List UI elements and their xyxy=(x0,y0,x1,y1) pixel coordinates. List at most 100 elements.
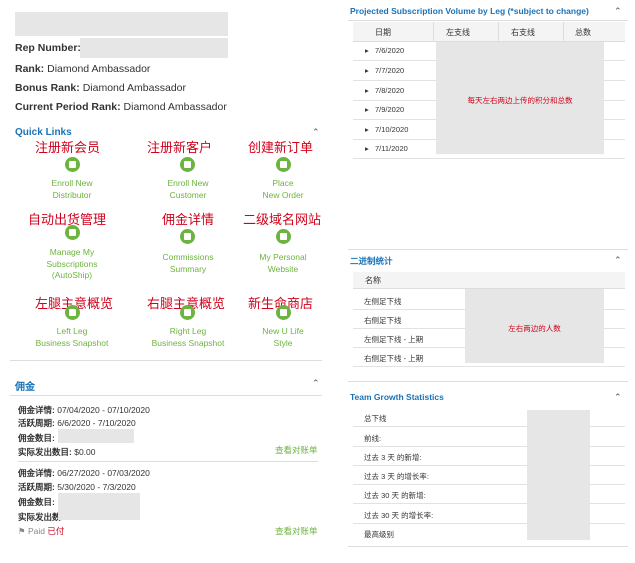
cart-icon[interactable] xyxy=(276,157,291,172)
personal-website-link[interactable]: My Personal Website xyxy=(235,252,331,275)
website-icon[interactable] xyxy=(276,229,291,244)
projected-date-3: 7/9/2020 xyxy=(375,105,405,114)
team-bottom-divider xyxy=(348,546,628,547)
subscriptions-line1: Manage My xyxy=(49,247,95,257)
binary-row-0: 左侧足下线 xyxy=(364,297,402,306)
comm2-paid: 实际发出数 xyxy=(18,511,61,523)
flag-icon: ⚑ xyxy=(18,526,26,536)
team-collapse-icon[interactable]: ⌃ xyxy=(614,392,622,403)
profile-name-redacted xyxy=(15,12,228,36)
bonus-rank-row: Bonus Rank: Diamond Ambassador xyxy=(15,82,186,94)
expand-icon[interactable]: ▸ xyxy=(365,125,369,134)
quick-links-collapse-icon[interactable]: ⌃ xyxy=(312,127,320,138)
comm2-amount: 佣金数目: xyxy=(18,496,55,508)
team-title: Team Growth Statistics xyxy=(350,392,444,402)
left-leg-snapshot-link[interactable]: Left Leg Business Snapshot xyxy=(24,326,120,349)
commission-block-divider xyxy=(18,461,318,462)
comm2-view-statement-link[interactable]: 查看对账单 xyxy=(275,525,318,537)
comm2-amount-redacted xyxy=(58,493,140,520)
comm2-active-value: 5/30/2020 - 7/3/2020 xyxy=(57,482,136,492)
projected-date-2: 7/8/2020 xyxy=(375,86,405,95)
binary-header-name: 名称 xyxy=(365,276,381,285)
team-row-5: 过去 30 天 的增长率: xyxy=(364,511,434,520)
binary-top-divider xyxy=(348,249,628,250)
commissions-summary-link[interactable]: Commissions Summary xyxy=(140,252,236,275)
projected-column-line-1 xyxy=(433,22,434,41)
place-order-line1: Place xyxy=(272,178,294,188)
rep-number-row: Rep Number: xyxy=(15,42,81,54)
customer-icon[interactable] xyxy=(180,157,195,172)
team-row-6: 最高级别 xyxy=(364,530,394,539)
commission-title: 佣金 xyxy=(15,382,35,393)
place-new-order-link[interactable]: Place New Order xyxy=(235,178,331,201)
comm2-detail-value: 06/27/2020 - 07/03/2020 xyxy=(57,468,150,478)
team-values-redacted xyxy=(527,410,590,540)
left-leg-icon[interactable] xyxy=(65,305,80,320)
projected-date-0: 7/6/2020 xyxy=(375,46,405,55)
binary-row-3: 右侧足下线 - 上期 xyxy=(364,354,424,363)
commissions-line2: Summary xyxy=(169,263,207,274)
enroll-customer-line2: Customer xyxy=(169,189,207,200)
left-leg-line1: Left Leg xyxy=(56,326,88,336)
left-divider xyxy=(10,360,322,361)
enroll-distributor-line2: Distributor xyxy=(52,189,92,200)
comm1-detail: 佣金详情: 07/04/2020 - 07/10/2020 xyxy=(18,404,150,416)
enroll-customer-line1: Enroll New xyxy=(167,178,209,188)
comm2-active: 活跃周期: 5/30/2020 - 7/3/2020 xyxy=(18,481,136,493)
comm1-amount-label: 佣金数目: xyxy=(18,433,55,443)
projected-header-row: 日期 左支线 右支线 总数 xyxy=(353,22,625,42)
team-row-3: 过去 3 天 的增长率: xyxy=(364,472,430,481)
subscription-icon[interactable] xyxy=(65,225,80,240)
commission-icon[interactable] xyxy=(180,229,195,244)
right-leg-line2: Business Snapshot xyxy=(151,337,225,348)
store-icon[interactable] xyxy=(276,305,291,320)
current-rank-value: Diamond Ambassador xyxy=(123,101,227,113)
projected-date-1: 7/7/2020 xyxy=(375,66,405,75)
new-u-life-style-link[interactable]: New U Life Style xyxy=(235,326,331,349)
projected-column-line-3 xyxy=(563,22,564,41)
annotation-order: 创建新订单 xyxy=(248,141,314,156)
rank-row: Rank: Diamond Ambassador xyxy=(15,63,150,75)
expand-icon[interactable]: ▸ xyxy=(365,105,369,114)
comm1-active-value: 6/6/2020 - 7/10/2020 xyxy=(57,418,136,428)
annotation-commissions: 佣金详情 xyxy=(162,213,215,228)
projected-date-4: 7/10/2020 xyxy=(375,125,409,134)
projected-collapse-icon[interactable]: ⌃ xyxy=(614,6,622,17)
binary-collapse-icon[interactable]: ⌃ xyxy=(614,255,622,266)
current-rank-row: Current Period Rank: Diamond Ambassador xyxy=(15,101,227,113)
comm1-amount-redacted xyxy=(58,429,134,443)
right-leg-line1: Right Leg xyxy=(169,326,207,336)
team-top-divider xyxy=(348,381,628,382)
subscriptions-line3: (AutoShip) xyxy=(51,270,93,280)
comm1-paid: 实际发出数目: $0.00 xyxy=(18,446,96,458)
expand-icon[interactable]: ▸ xyxy=(365,86,369,95)
expand-icon[interactable]: ▸ xyxy=(365,144,369,153)
commission-collapse-icon[interactable]: ⌃ xyxy=(312,378,320,389)
subscriptions-line2: Subscriptions xyxy=(46,258,98,269)
binary-row-2: 左侧足下线 - 上期 xyxy=(364,335,424,344)
right-leg-snapshot-link[interactable]: Right Leg Business Snapshot xyxy=(140,326,236,349)
projected-line-5 xyxy=(353,158,625,159)
store-line1: New U Life xyxy=(262,326,304,336)
enroll-new-distributor-link[interactable]: Enroll New Distributor xyxy=(24,178,120,201)
projected-date-5: 7/11/2020 xyxy=(375,144,408,153)
rep-number-redacted xyxy=(80,38,228,58)
team-row-2: 过去 3 天 的新增: xyxy=(364,453,422,462)
annotation-customer: 注册新客户 xyxy=(147,141,213,156)
comm2-detail: 佣金详情: 06/27/2020 - 07/03/2020 xyxy=(18,467,150,479)
expand-icon[interactable]: ▸ xyxy=(365,46,369,55)
projected-note: 每天左右两边上传的积分和总数 xyxy=(467,96,573,105)
left-leg-line2: Business Snapshot xyxy=(35,337,109,348)
manage-subscriptions-link[interactable]: Manage My Subscriptions (AutoShip) xyxy=(24,247,120,282)
enroll-new-customer-link[interactable]: Enroll New Customer xyxy=(140,178,236,201)
annotation-autoship: 自动出货管理 xyxy=(28,213,107,228)
expand-icon[interactable]: ▸ xyxy=(365,66,369,75)
header-total: 总数 xyxy=(575,28,591,37)
team-row-1: 前线: xyxy=(364,434,382,443)
commission-title-divider xyxy=(10,395,322,396)
right-leg-icon[interactable] xyxy=(180,305,195,320)
projected-column-line-2 xyxy=(498,22,499,41)
enroll-icon[interactable] xyxy=(65,157,80,172)
comm1-view-statement-link[interactable]: 查看对账单 xyxy=(275,444,318,456)
team-row-0: 总下线 xyxy=(364,414,387,423)
